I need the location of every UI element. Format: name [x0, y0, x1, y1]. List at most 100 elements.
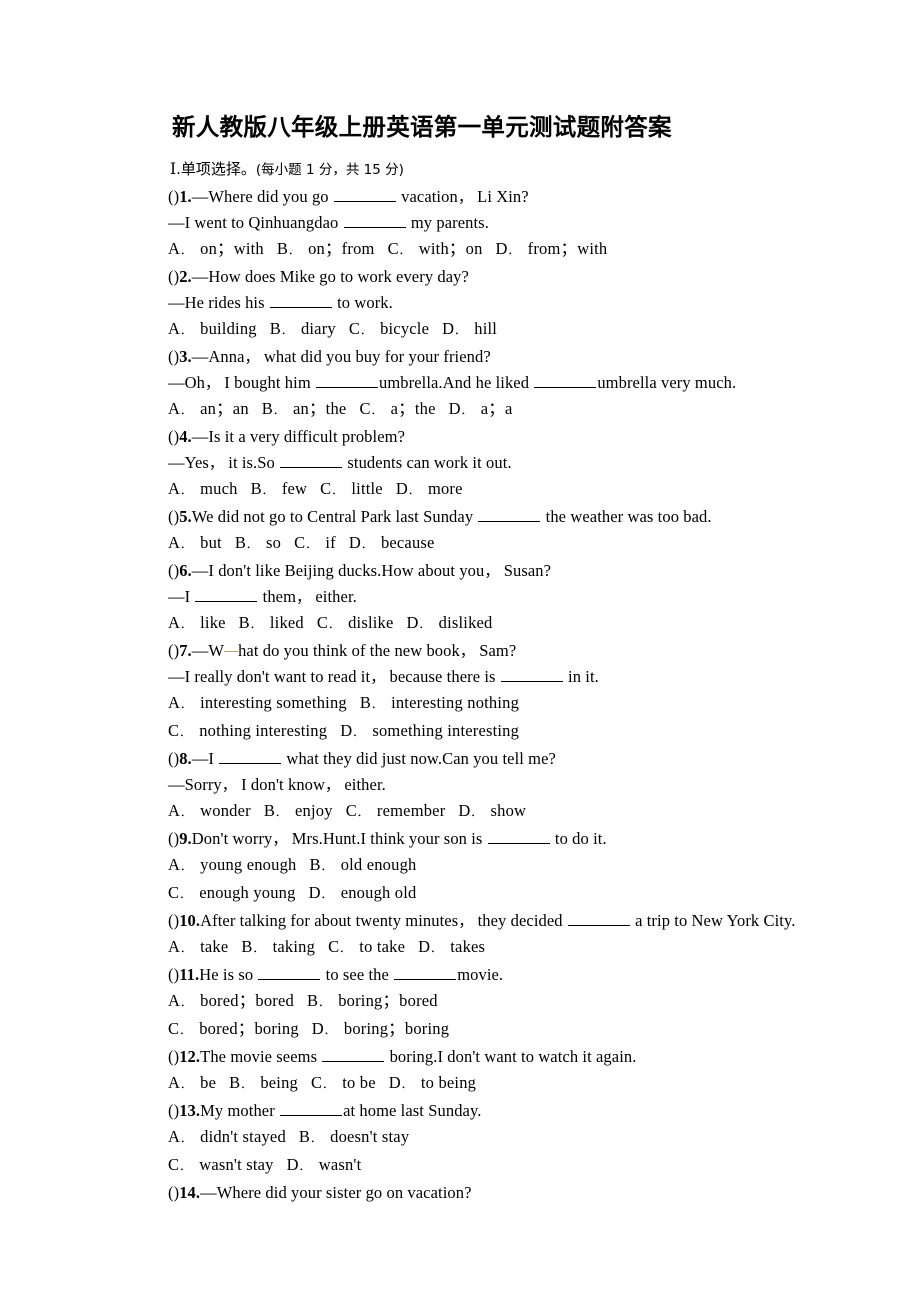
fill-in-blank[interactable] — [258, 966, 321, 980]
option-choice[interactable]: C． nothing interesting — [168, 721, 327, 740]
answer-bracket[interactable]: () — [168, 641, 179, 660]
fill-in-blank[interactable] — [280, 454, 343, 468]
question-text: what did you buy for your friend? — [259, 347, 491, 366]
question-options-row: A． but B． so C． if D． because — [168, 530, 808, 558]
option-choice[interactable]: D． takes — [418, 937, 485, 956]
answer-bracket[interactable]: () — [168, 187, 179, 206]
option-choice[interactable]: B． few — [251, 479, 308, 498]
option-choice[interactable]: B． liked — [239, 613, 304, 632]
option-choice[interactable]: A． wonder — [168, 801, 251, 820]
option-choice[interactable]: D． because — [349, 533, 435, 552]
option-choice[interactable]: A． didn't stayed — [168, 1127, 286, 1146]
fill-in-blank[interactable] — [333, 188, 396, 202]
answer-bracket[interactable]: () — [168, 267, 179, 286]
fill-in-blank[interactable] — [500, 668, 563, 682]
fullwidth-comma: ， — [325, 776, 341, 794]
option-choice[interactable]: A． but — [168, 533, 222, 552]
option-choice[interactable]: B． old enough — [309, 855, 416, 874]
option-choice[interactable]: A． on；with — [168, 239, 264, 258]
fill-in-blank[interactable] — [394, 966, 457, 980]
option-separator: ． — [180, 324, 192, 337]
answer-bracket[interactable]: () — [168, 829, 179, 848]
answer-bracket[interactable]: () — [168, 507, 179, 526]
option-choice[interactable]: D． something interesting — [340, 721, 519, 740]
answer-bracket[interactable]: () — [168, 561, 179, 580]
fill-in-blank[interactable] — [322, 1048, 385, 1062]
option-separator: ． — [430, 942, 442, 955]
fullwidth-comma: ， — [457, 188, 473, 206]
fill-in-blank[interactable] — [315, 374, 378, 388]
option-separator: ． — [261, 484, 273, 497]
page-title: 新人教版八年级上册英语第一单元测试题附答案 — [172, 113, 672, 141]
option-label: C — [311, 1073, 323, 1092]
answer-bracket[interactable]: () — [168, 1047, 179, 1066]
fill-in-blank[interactable] — [534, 374, 597, 388]
answer-bracket[interactable]: () — [168, 427, 179, 446]
fill-in-blank[interactable] — [195, 588, 258, 602]
option-choice[interactable]: A． an；an — [168, 399, 249, 418]
answer-bracket[interactable]: () — [168, 749, 179, 768]
answer-bracket[interactable]: () — [168, 911, 179, 930]
answer-bracket[interactable]: () — [168, 965, 179, 984]
option-choice[interactable]: C． with；on — [388, 239, 483, 258]
option-choice[interactable]: D． wasn't — [287, 1155, 362, 1174]
fill-in-blank[interactable] — [567, 912, 630, 926]
option-choice[interactable]: B． interesting nothing — [360, 693, 519, 712]
option-choice[interactable]: D． enough old — [309, 883, 417, 902]
option-choice[interactable]: C． bicycle — [349, 319, 429, 338]
option-choice[interactable]: B． boring；bored — [307, 991, 438, 1010]
answer-bracket[interactable]: () — [168, 347, 179, 366]
option-choice[interactable]: C． remember — [346, 801, 446, 820]
option-choice[interactable]: C． to take — [328, 937, 405, 956]
option-separator: ． — [180, 484, 192, 497]
fill-in-blank[interactable] — [219, 750, 282, 764]
option-choice[interactable]: C． to be — [311, 1073, 376, 1092]
option-choice[interactable]: D． hill — [442, 319, 497, 338]
option-choice[interactable]: B． diary — [270, 319, 336, 338]
option-choice[interactable]: D． boring；boring — [312, 1019, 449, 1038]
option-choice[interactable]: D． to being — [389, 1073, 476, 1092]
option-choice[interactable]: A． be — [168, 1073, 216, 1092]
option-choice[interactable]: B． an；the — [262, 399, 347, 418]
option-choice[interactable]: C． dislike — [317, 613, 394, 632]
option-choice[interactable]: A． interesting something — [168, 693, 347, 712]
option-choice[interactable]: A． building — [168, 319, 257, 338]
option-choice[interactable]: A． like — [168, 613, 226, 632]
option-text: young enough — [200, 855, 297, 874]
option-choice[interactable]: D． more — [396, 479, 463, 498]
option-choice[interactable]: C． little — [320, 479, 383, 498]
option-choice[interactable]: A． young enough — [168, 855, 296, 874]
question-continuation: —Yes， it is.So students can work it out. — [168, 450, 808, 476]
option-label: D — [406, 613, 419, 632]
answer-bracket[interactable]: () — [168, 1101, 179, 1120]
option-choice[interactable]: B． taking — [241, 937, 315, 956]
fill-in-blank[interactable] — [343, 214, 406, 228]
option-choice[interactable]: C． if — [294, 533, 336, 552]
option-choice[interactable]: D． a；a — [449, 399, 513, 418]
option-choice[interactable]: D． disliked — [407, 613, 493, 632]
option-choice[interactable]: C． wasn't stay — [168, 1155, 274, 1174]
fill-in-blank[interactable] — [280, 1102, 343, 1116]
option-choice[interactable]: D． show — [458, 801, 526, 820]
fill-in-blank[interactable] — [487, 830, 550, 844]
option-choice[interactable]: B． being — [229, 1073, 298, 1092]
option-separator: ． — [180, 860, 192, 873]
answer-bracket[interactable]: () — [168, 1183, 179, 1202]
option-choice[interactable]: B． on；from — [277, 239, 375, 258]
option-choice[interactable]: B． so — [235, 533, 281, 552]
option-choice[interactable]: A． take — [168, 937, 228, 956]
question-number: 11. — [179, 965, 200, 984]
option-choice[interactable]: B． enjoy — [264, 801, 333, 820]
option-choice[interactable]: C． bored；boring — [168, 1019, 299, 1038]
option-choice[interactable]: A． bored；bored — [168, 991, 294, 1010]
question-text: Susan? — [499, 561, 552, 580]
fill-in-blank[interactable] — [478, 508, 541, 522]
fill-in-blank[interactable] — [269, 294, 332, 308]
option-choice[interactable]: C． a；the — [359, 399, 435, 418]
question-stem: ()9.Don't worry， Mrs.Hunt.I think your s… — [168, 826, 808, 852]
option-choice[interactable]: C． enough young — [168, 883, 296, 902]
option-choice[interactable]: A． much — [168, 479, 238, 498]
option-label: C — [168, 721, 180, 740]
option-choice[interactable]: B． doesn't stay — [299, 1127, 409, 1146]
option-choice[interactable]: D． from；with — [496, 239, 608, 258]
